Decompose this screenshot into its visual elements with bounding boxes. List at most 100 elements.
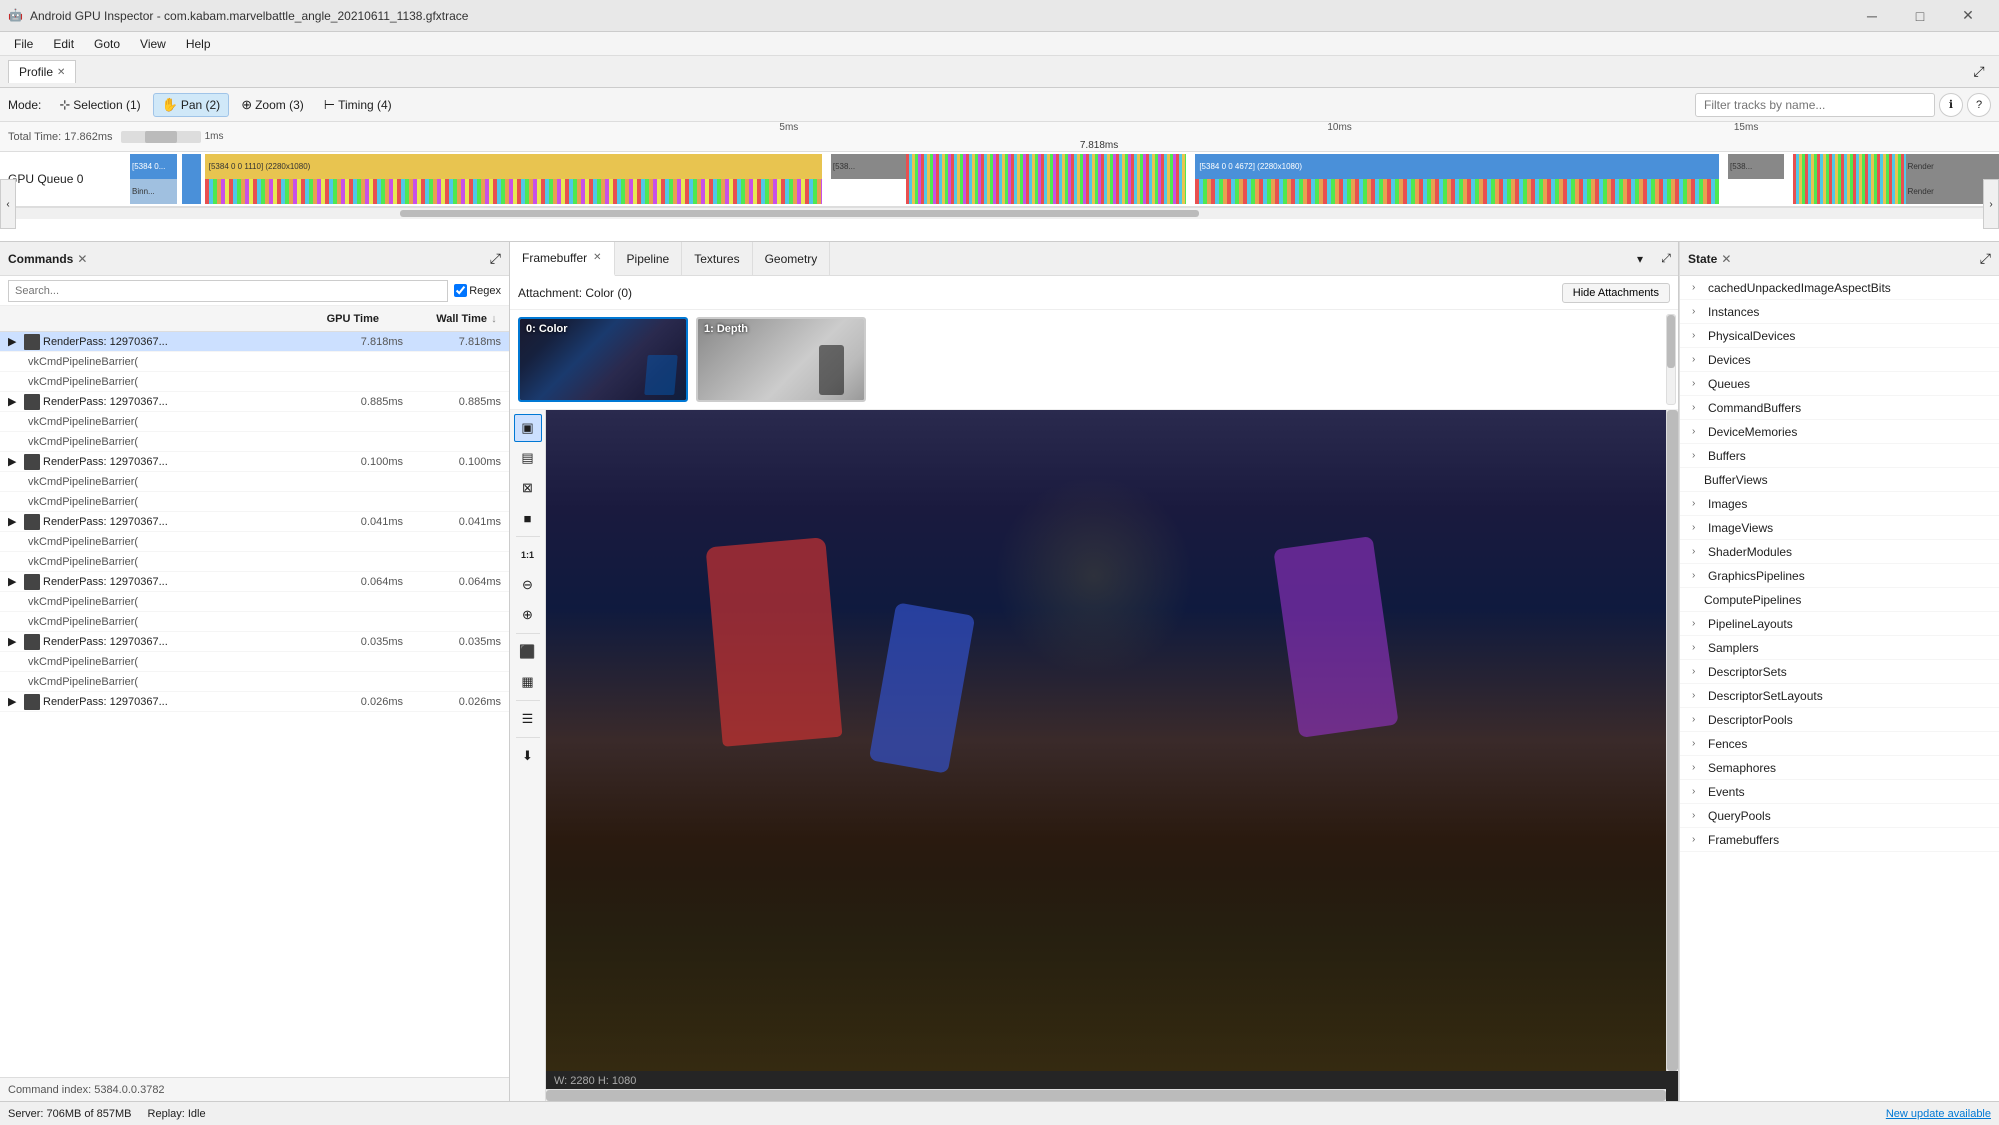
- framebuffer-overflow-button[interactable]: ▾: [1628, 247, 1652, 271]
- table-row[interactable]: ▶ RenderPass: 12970367... 0.885ms 0.885m…: [0, 392, 509, 412]
- mode-selection[interactable]: ⊹ Selection (1): [51, 94, 148, 116]
- menu-edit[interactable]: Edit: [43, 35, 84, 53]
- state-item-device-memories[interactable]: › DeviceMemories: [1680, 420, 1999, 444]
- table-row[interactable]: ▶ RenderPass: 12970367... 0.026ms 0.026m…: [0, 692, 509, 712]
- state-item-buffers[interactable]: › Buffers: [1680, 444, 1999, 468]
- profile-tab-close[interactable]: ✕: [57, 67, 65, 78]
- hide-attachments-button[interactable]: Hide Attachments: [1562, 283, 1670, 303]
- state-item-cachedUnpacked[interactable]: › cachedUnpackedImageAspectBits: [1680, 276, 1999, 300]
- state-item-events[interactable]: › Events: [1680, 780, 1999, 804]
- menu-file[interactable]: File: [4, 35, 43, 53]
- tool-zoom-in-button[interactable]: ⊕: [514, 601, 542, 629]
- state-item-query-pools[interactable]: › QueryPools: [1680, 804, 1999, 828]
- table-row[interactable]: ▶ RenderPass: 12970367... 7.818ms 7.818m…: [0, 332, 509, 352]
- update-link[interactable]: New update available: [1886, 1108, 1991, 1120]
- state-close-button[interactable]: ✕: [1721, 252, 1731, 266]
- image-vscrollbar[interactable]: [1666, 410, 1678, 1071]
- table-row[interactable]: vkCmdPipelineBarrier(: [0, 472, 509, 492]
- gpu-queue-track[interactable]: [5384 0... Binn... [5384 0 0 1110] (2280…: [130, 154, 1999, 204]
- color-thumbnail[interactable]: 0: Color: [518, 317, 688, 402]
- profile-tab[interactable]: Profile ✕: [8, 60, 76, 83]
- table-row[interactable]: ▶ RenderPass: 12970367... 0.035ms 0.035m…: [0, 632, 509, 652]
- regex-checkbox[interactable]: Regex: [454, 284, 501, 297]
- thumbnails-scrollbar[interactable]: [1666, 314, 1676, 405]
- timeline-slider[interactable]: [121, 131, 201, 143]
- image-hscrollbar[interactable]: [546, 1089, 1666, 1101]
- tab-framebuffer[interactable]: Framebuffer ✕: [510, 242, 615, 276]
- state-item-pipeline-layouts[interactable]: › PipelineLayouts: [1680, 612, 1999, 636]
- state-item-images[interactable]: › Images: [1680, 492, 1999, 516]
- close-button[interactable]: ✕: [1945, 0, 1991, 32]
- table-row[interactable]: vkCmdPipelineBarrier(: [0, 652, 509, 672]
- mode-zoom[interactable]: ⊕ Zoom (3): [233, 94, 312, 116]
- menu-view[interactable]: View: [130, 35, 176, 53]
- table-row[interactable]: vkCmdPipelineBarrier(: [0, 552, 509, 572]
- info-button[interactable]: ℹ: [1939, 93, 1963, 117]
- state-item-fences[interactable]: › Fences: [1680, 732, 1999, 756]
- commands-expand-button[interactable]: ⤢: [490, 250, 501, 267]
- state-item-descriptor-sets[interactable]: › DescriptorSets: [1680, 660, 1999, 684]
- mode-pan[interactable]: ✋ Pan (2): [153, 93, 230, 117]
- tool-crop2-button[interactable]: ⊠: [514, 474, 542, 502]
- state-item-queues[interactable]: › Queues: [1680, 372, 1999, 396]
- tool-dark-button[interactable]: ⬛: [514, 638, 542, 666]
- table-row[interactable]: vkCmdPipelineBarrier(: [0, 492, 509, 512]
- help-button[interactable]: ?: [1967, 93, 1991, 117]
- tool-grid-button[interactable]: ▦: [514, 668, 542, 696]
- table-row[interactable]: vkCmdPipelineBarrier(: [0, 412, 509, 432]
- tool-crop-button[interactable]: ▤: [514, 444, 542, 472]
- state-item-image-views[interactable]: › ImageViews: [1680, 516, 1999, 540]
- state-item-descriptor-set-layouts[interactable]: › DescriptorSetLayouts: [1680, 684, 1999, 708]
- menu-goto[interactable]: Goto: [84, 35, 130, 53]
- state-item-framebuffers[interactable]: › Framebuffers: [1680, 828, 1999, 852]
- state-item-physical-devices[interactable]: › PhysicalDevices: [1680, 324, 1999, 348]
- state-item-samplers[interactable]: › Samplers: [1680, 636, 1999, 660]
- table-row[interactable]: vkCmdPipelineBarrier(: [0, 612, 509, 632]
- tool-zoom-out-button[interactable]: ⊖: [514, 571, 542, 599]
- table-row[interactable]: ▶ RenderPass: 12970367... 0.041ms 0.041m…: [0, 512, 509, 532]
- tab-textures[interactable]: Textures: [682, 242, 752, 276]
- tab-pipeline[interactable]: Pipeline: [615, 242, 683, 276]
- state-item-descriptor-pools[interactable]: › DescriptorPools: [1680, 708, 1999, 732]
- state-item-graphics-pipelines[interactable]: › GraphicsPipelines: [1680, 564, 1999, 588]
- state-item-command-buffers[interactable]: › CommandBuffers: [1680, 396, 1999, 420]
- timeline-scroll-left[interactable]: ‹: [0, 179, 16, 229]
- state-item-buffer-views[interactable]: BufferViews: [1680, 468, 1999, 492]
- table-row[interactable]: vkCmdPipelineBarrier(: [0, 372, 509, 392]
- table-row[interactable]: vkCmdPipelineBarrier(: [0, 352, 509, 372]
- commands-search-input[interactable]: [8, 280, 448, 302]
- table-row[interactable]: vkCmdPipelineBarrier(: [0, 432, 509, 452]
- state-item-shader-modules[interactable]: › ShaderModules: [1680, 540, 1999, 564]
- framebuffer-expand-button[interactable]: ⤢: [1654, 247, 1678, 271]
- timeline-scrollbar-thumb[interactable]: [400, 210, 1200, 217]
- table-row[interactable]: vkCmdPipelineBarrier(: [0, 672, 509, 692]
- tool-export-button[interactable]: ⬇: [514, 742, 542, 770]
- tab-geometry[interactable]: Geometry: [753, 242, 831, 276]
- profile-expand-button[interactable]: ⤢: [1967, 60, 1991, 84]
- depth-thumbnail[interactable]: 1: Depth: [696, 317, 866, 402]
- tool-fit-button[interactable]: 1:1: [514, 541, 542, 569]
- minimize-button[interactable]: ─: [1849, 0, 1895, 32]
- table-row[interactable]: vkCmdPipelineBarrier(: [0, 532, 509, 552]
- table-row[interactable]: vkCmdPipelineBarrier(: [0, 592, 509, 612]
- table-row[interactable]: ▶ RenderPass: 12970367... 0.064ms 0.064m…: [0, 572, 509, 592]
- menu-help[interactable]: Help: [176, 35, 221, 53]
- state-item-devices[interactable]: › Devices: [1680, 348, 1999, 372]
- state-item-semaphores[interactable]: › Semaphores: [1680, 756, 1999, 780]
- tool-solid-button[interactable]: ■: [514, 504, 542, 532]
- state-item-compute-pipelines[interactable]: ComputePipelines: [1680, 588, 1999, 612]
- filter-input[interactable]: [1695, 93, 1935, 117]
- mode-timing[interactable]: ⊢ Timing (4): [316, 94, 400, 116]
- timeline-scrollbar[interactable]: [0, 207, 1999, 219]
- commands-list[interactable]: ▶ RenderPass: 12970367... 7.818ms 7.818m…: [0, 332, 509, 1077]
- framebuffer-close-button[interactable]: ✕: [593, 252, 601, 263]
- tool-select-button[interactable]: ▣: [514, 414, 542, 442]
- state-expand-button[interactable]: ⤢: [1980, 250, 1991, 267]
- tool-panel-button[interactable]: ☰: [514, 705, 542, 733]
- timeline-scroll-right[interactable]: ›: [1983, 179, 1999, 229]
- state-list[interactable]: › cachedUnpackedImageAspectBits › Instan…: [1680, 276, 1999, 1101]
- maximize-button[interactable]: □: [1897, 0, 1943, 32]
- commands-close-button[interactable]: ✕: [77, 252, 87, 266]
- table-row[interactable]: ▶ RenderPass: 12970367... 0.100ms 0.100m…: [0, 452, 509, 472]
- state-item-instances[interactable]: › Instances: [1680, 300, 1999, 324]
